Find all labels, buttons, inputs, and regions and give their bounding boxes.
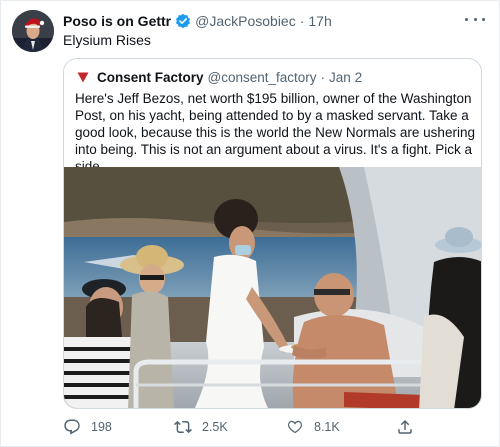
like-icon: [286, 418, 304, 436]
author-name[interactable]: Poso is on Gettr: [63, 13, 171, 29]
verified-badge-icon: [175, 13, 191, 29]
tweet-actions: 198 2.5K 8.1K: [63, 415, 483, 439]
quoted-tweet-text: Here's Jeff Bezos, net worth $195 billio…: [75, 91, 475, 174]
share-icon: [396, 418, 414, 436]
reply-count: 198: [91, 420, 112, 434]
reply-icon: [63, 418, 81, 436]
author-avatar[interactable]: [12, 10, 54, 52]
reply-button[interactable]: 198: [63, 415, 112, 439]
tweet-timestamp[interactable]: 17h: [308, 13, 331, 29]
like-count: 8.1K: [314, 420, 340, 434]
quoted-author-handle[interactable]: @consent_factory: [208, 70, 317, 85]
quoted-timestamp[interactable]: Jan 2: [329, 70, 362, 85]
author-handle[interactable]: @JackPosobiec: [195, 13, 296, 29]
red-triangle-logo-icon: [75, 69, 91, 85]
tweet-card[interactable]: Poso is on Gettr @JackPosobiec · 17h Ely…: [0, 0, 500, 447]
quoted-separator-dot: ·: [320, 69, 326, 85]
quoted-author-name[interactable]: Consent Factory: [97, 70, 204, 85]
retweet-button[interactable]: 2.5K: [174, 415, 228, 439]
separator-dot: ·: [299, 13, 305, 29]
more-options-icon[interactable]: [465, 12, 485, 26]
like-button[interactable]: 8.1K: [286, 415, 340, 439]
retweet-count: 2.5K: [202, 420, 228, 434]
retweet-icon: [174, 418, 192, 436]
quoted-tweet-header: Consent Factory @consent_factory · Jan 2: [75, 68, 362, 86]
share-button[interactable]: [396, 415, 414, 439]
tweet-header: Poso is on Gettr @JackPosobiec · 17h: [63, 11, 332, 31]
tweet-text: Elysium Rises: [63, 32, 151, 48]
quoted-tweet[interactable]: Consent Factory @consent_factory · Jan 2…: [63, 58, 482, 409]
yacht-photo[interactable]: [64, 167, 481, 408]
